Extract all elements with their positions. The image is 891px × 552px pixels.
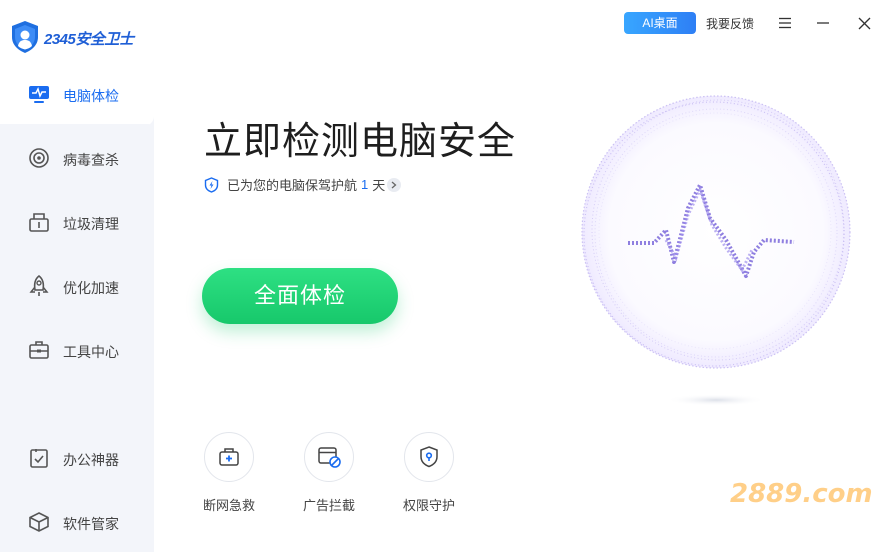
tool-permission-guard[interactable]: 权限守护 (394, 432, 464, 514)
tool-label: 断网急救 (202, 498, 255, 513)
shield-logo-icon (12, 21, 38, 53)
minimize-icon[interactable] (810, 10, 836, 36)
protection-unit: 天 (372, 178, 386, 193)
protection-text: 已为您的电脑保驾护航 (227, 178, 358, 193)
tool-network-rescue[interactable]: 断网急救 (194, 432, 264, 514)
protection-days: 1 (361, 177, 369, 192)
ai-desktop-button[interactable]: AI桌面 (624, 12, 696, 34)
close-icon[interactable] (851, 10, 877, 36)
checklist-icon (26, 446, 52, 470)
target-icon (26, 146, 52, 170)
pulse-orb-illustration (581, 95, 851, 406)
monitor-pulse-icon (26, 82, 52, 106)
sidebar-item-junk-clean[interactable]: 垃圾清理 (0, 190, 154, 254)
sidebar-item-label: 办公神器 (63, 452, 119, 468)
menu-icon[interactable] (772, 10, 798, 36)
ad-block-icon (318, 447, 341, 468)
full-checkup-button[interactable]: 全面体检 (202, 268, 398, 324)
watermark-logo: 2889.com (730, 479, 873, 509)
shield-bolt-icon (204, 176, 219, 193)
sidebar-item-virus-scan[interactable]: 病毒查杀 (0, 126, 154, 190)
sidebar-item-label: 工具中心 (63, 344, 119, 360)
tool-ad-block[interactable]: 广告拦截 (294, 432, 364, 514)
trash-box-icon (26, 210, 52, 234)
sidebar-item-label: 优化加速 (63, 280, 119, 296)
sidebar-item-pc-checkup[interactable]: 电脑体检 (0, 62, 154, 126)
page-title: 立即检测电脑安全 (204, 121, 517, 163)
sidebar-item-label: 病毒查杀 (63, 152, 119, 168)
app-logo: 2345安全卫士 (0, 0, 154, 62)
sidebar-item-optimize[interactable]: 优化加速 (0, 254, 154, 318)
sidebar-item-label: 电脑体检 (63, 88, 119, 104)
rocket-icon (26, 274, 52, 298)
sidebar-item-label: 垃圾清理 (63, 216, 119, 232)
tool-label: 广告拦截 (302, 498, 355, 513)
sidebar: 2345安全卫士 电脑体检 病毒查杀 垃圾清理 优化加速 工具中心 办公神器 软… (0, 0, 154, 552)
toolbox-icon (26, 338, 52, 362)
sidebar-item-software-manager[interactable]: 软件管家 (0, 490, 154, 552)
cube-icon (26, 510, 52, 534)
logo-text: 2345安全卫士 (44, 31, 134, 48)
svg-text:2889.com: 2889.com (730, 479, 873, 509)
tool-label: 权限守护 (402, 498, 455, 513)
shield-lock-icon (420, 446, 438, 468)
chevron-right-icon[interactable] (387, 177, 402, 192)
feedback-link[interactable]: 我要反馈 (706, 15, 754, 32)
sidebar-item-tool-center[interactable]: 工具中心 (0, 318, 154, 382)
sidebar-item-label: 软件管家 (63, 516, 119, 532)
first-aid-kit-icon (219, 448, 239, 466)
protection-status: 已为您的电脑保驾护航 1 天 (204, 175, 402, 194)
sidebar-item-office-tools[interactable]: 办公神器 (0, 426, 154, 490)
